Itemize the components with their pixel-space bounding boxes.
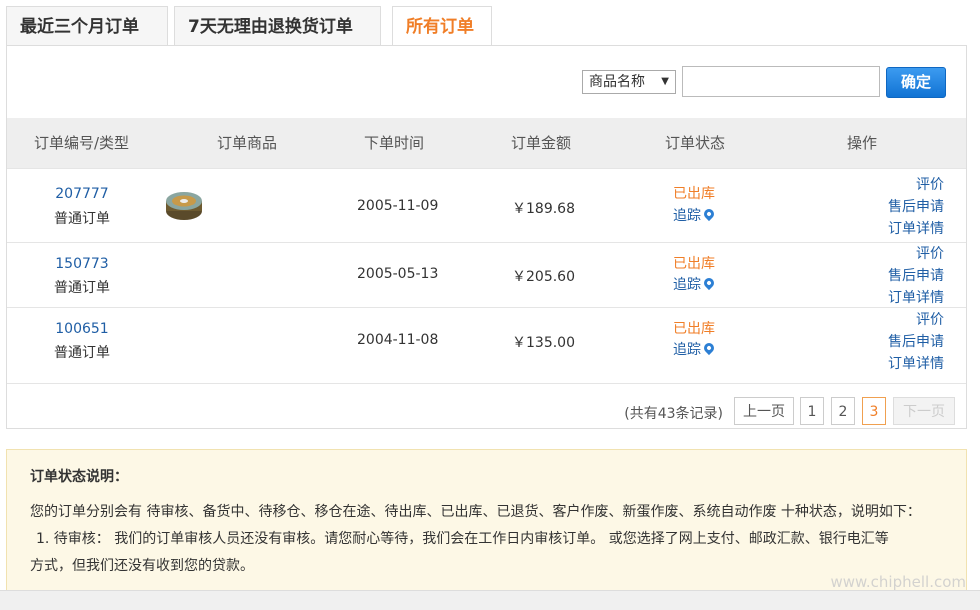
notice-title: 订单状态说明： (30, 469, 128, 485)
page-3-button[interactable]: 3 (862, 397, 886, 425)
order-details-link[interactable]: 订单详情 (888, 218, 944, 240)
search-field-select[interactable]: 商品名称 ▼ (582, 70, 676, 94)
header-order-product: 订单商品 (217, 134, 278, 152)
location-pin-icon (701, 206, 717, 222)
table-header: 订单编号/类型 订单商品 下单时间 订单金额 订单状态 操作 (7, 118, 966, 168)
track-label: 追踪 (673, 342, 701, 358)
operations: 评价 售后申请 订单详情 (888, 174, 944, 240)
header-order-amount: 订单金额 (511, 134, 572, 152)
after-sales-link[interactable]: 售后申请 (888, 265, 944, 287)
pagination: (共有43条记录) 上一页 1 2 3 下一页 (7, 383, 966, 430)
order-type: 普通订单 (54, 280, 110, 296)
notice-line-1: 您的订单分别会有 待审核、备货中、待移仓、移仓在途、待出库、已出库、已退货、客户… (30, 504, 921, 520)
order-id-link[interactable]: 100651 (27, 321, 137, 337)
after-sales-link[interactable]: 售后申请 (888, 196, 944, 218)
track-link[interactable]: 追踪 (673, 274, 717, 294)
order-amount: ￥189.68 (512, 201, 575, 217)
prev-page-button[interactable]: 上一页 (734, 397, 794, 425)
operations: 评价 售后申请 订单详情 (888, 243, 944, 309)
order-date: 2004-11-08 (357, 332, 439, 348)
tab-recent-three-months[interactable]: 最近三个月订单 (6, 6, 168, 45)
next-page-button[interactable]: 下一页 (893, 397, 955, 425)
review-link[interactable]: 评价 (888, 243, 944, 265)
order-date: 2005-05-13 (357, 266, 439, 282)
track-label: 追踪 (673, 277, 701, 293)
record-count: (共有43条记录) (624, 406, 723, 422)
track-link[interactable]: 追踪 (673, 339, 717, 359)
search-confirm-button[interactable]: 确定 (886, 67, 946, 98)
order-details-link[interactable]: 订单详情 (888, 287, 944, 309)
header-order-time: 下单时间 (364, 134, 425, 152)
order-type: 普通订单 (54, 211, 110, 227)
page-1-button[interactable]: 1 (800, 397, 824, 425)
order-status-notice: 订单状态说明： 您的订单分别会有 待审核、备货中、待移仓、移仓在途、待出库、已出… (6, 449, 967, 609)
order-date: 2005-11-09 (357, 198, 439, 214)
dropdown-arrow-icon: ▼ (661, 76, 669, 87)
order-status: 已出库 (673, 256, 715, 272)
order-status: 已出库 (673, 186, 715, 202)
tab-seven-day-returns[interactable]: 7天无理由退换货订单 (174, 6, 381, 45)
window-bottom-bar (0, 590, 980, 610)
operations: 评价 售后申请 订单详情 (888, 309, 944, 375)
order-amount: ￥205.60 (512, 269, 575, 285)
order-type: 普通订单 (54, 345, 110, 361)
page-2-button[interactable]: 2 (831, 397, 855, 425)
header-operations: 操作 (847, 134, 878, 152)
order-tabs: 最近三个月订单 7天无理由退换货订单 所有订单 (6, 6, 966, 47)
review-link[interactable]: 评价 (888, 309, 944, 331)
header-order-id: 订单编号/类型 (34, 134, 130, 152)
table-row: 207777 普通订单 2005-11-09 ￥189.68 已出库 追踪 评价… (7, 168, 966, 243)
search-field-select-value: 商品名称 (589, 74, 645, 90)
review-link[interactable]: 评价 (888, 174, 944, 196)
orders-panel: 商品名称 ▼ 确定 订单编号/类型 订单商品 下单时间 订单金额 订单状态 操作… (6, 45, 967, 429)
product-thumbnail[interactable] (165, 189, 203, 221)
order-status: 已出库 (673, 321, 715, 337)
location-pin-icon (701, 275, 717, 291)
after-sales-link[interactable]: 售后申请 (888, 331, 944, 353)
order-id-link[interactable]: 150773 (27, 256, 137, 272)
track-label: 追踪 (673, 208, 701, 224)
search-input[interactable] (682, 66, 880, 97)
watermark: www.chiphell.com (830, 573, 966, 591)
track-link[interactable]: 追踪 (673, 205, 717, 225)
notice-line-3: 方式，但我们还没有收到您的贷款。 (30, 558, 254, 574)
notice-line-2: 1. 待审核： 我们的订单审核人员还没有审核。请您耐心等待，我们会在工作日内审核… (36, 531, 889, 547)
header-order-status: 订单状态 (665, 134, 726, 152)
table-row: 150773 普通订单 2005-05-13 ￥205.60 已出库 追踪 评价… (7, 242, 966, 308)
location-pin-icon (701, 340, 717, 356)
tab-all-orders[interactable]: 所有订单 (392, 6, 492, 47)
table-row: 100651 普通订单 2004-11-08 ￥135.00 已出库 追踪 评价… (7, 307, 966, 374)
order-id-link[interactable]: 207777 (27, 186, 137, 202)
order-details-link[interactable]: 订单详情 (888, 353, 944, 375)
order-amount: ￥135.00 (512, 335, 575, 351)
